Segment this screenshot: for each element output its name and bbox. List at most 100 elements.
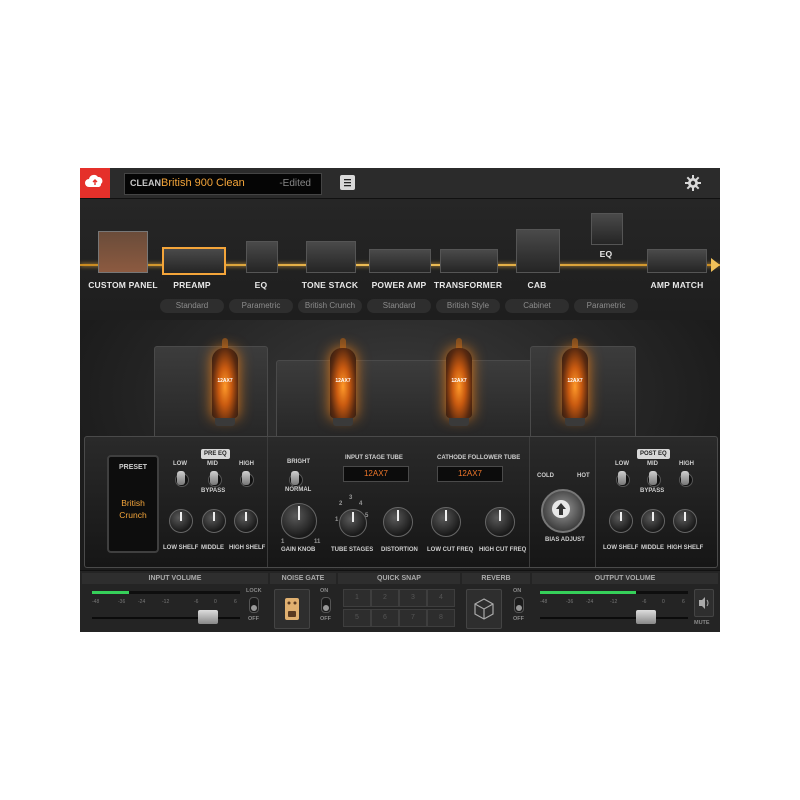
post-eq-high-label: HIGH (679, 461, 694, 467)
lock-switch[interactable] (249, 597, 259, 613)
output-level-meter-fill (540, 591, 637, 594)
chain-item-preamp[interactable]: PREAMP Standard (160, 199, 226, 317)
chain-item-cab[interactable]: CAB Cabinet (505, 199, 569, 317)
output-level-meter (540, 591, 688, 594)
pedal-icon (285, 598, 299, 620)
pre-eq-low-shelf-knob[interactable] (169, 509, 193, 533)
chain-item-model[interactable]: Standard (160, 299, 224, 313)
pre-eq-low-label: LOW (173, 461, 187, 467)
cathode-tube-selector[interactable]: 12AX7 (437, 466, 503, 482)
top-bar: CLEAN British 900 Clean -Edited (80, 168, 720, 199)
input-stage-tube-selector[interactable]: 12AX7 (343, 466, 409, 482)
eq-thumbnail (246, 241, 278, 273)
quick-snap-slot[interactable]: 5 (343, 609, 371, 627)
post-eq-middle-knob[interactable] (641, 509, 665, 533)
pre-eq-high-toggle[interactable] (242, 471, 250, 485)
reverb-title: REVERB (462, 573, 530, 584)
high-cut-freq-knob[interactable] (485, 507, 515, 537)
settings-button[interactable] (684, 174, 702, 192)
output-scale-tick: 6 (682, 599, 685, 605)
tube-2[interactable]: 12AX7 (330, 338, 356, 426)
chain-item-model[interactable]: Parametric (574, 299, 638, 313)
quick-snap-slot[interactable]: 1 (343, 589, 371, 607)
bright-toggle[interactable] (291, 471, 299, 485)
output-scale-tick: 0 (662, 599, 665, 605)
input-scale-tick: -6 (194, 599, 199, 605)
post-eq-high-shelf-knob[interactable] (673, 509, 697, 533)
chain-item-model[interactable]: British Crunch (298, 299, 362, 313)
chain-item-model[interactable]: Standard (367, 299, 431, 313)
tube-stages-scale-4: 4 (359, 501, 363, 507)
pre-eq-bypass-label: BYPASS (201, 488, 226, 494)
low-cut-freq-knob[interactable] (431, 507, 461, 537)
quick-snap-slot[interactable]: 7 (399, 609, 427, 627)
pre-eq-middle-knob[interactable] (202, 509, 226, 533)
post-eq-mid-toggle[interactable] (649, 471, 657, 485)
bias-hot-label: HOT (577, 473, 590, 479)
bias-adjust-knob[interactable] (541, 489, 585, 533)
pre-eq-mid-toggle[interactable] (210, 471, 218, 485)
chain-item-eq[interactable]: EQ Parametric (229, 199, 293, 317)
chain-item-custom-panel[interactable]: CUSTOM PANEL (80, 199, 166, 309)
tube-label: 12AX7 (217, 378, 233, 384)
mute-label: MUTE (694, 620, 710, 626)
noise-gate-button[interactable] (274, 589, 310, 629)
lock-off-label: OFF (248, 616, 259, 622)
gain-scale-min: 1 (281, 539, 285, 545)
tube-4[interactable]: 12AX7 (562, 338, 588, 426)
input-scale-tick: 6 (234, 599, 237, 605)
signal-chain: CUSTOM PANEL PREAMP Standard EQ Parametr… (80, 199, 720, 320)
transformer-thumbnail (440, 249, 498, 273)
pre-eq-high-shelf-knob[interactable] (234, 509, 258, 533)
mute-button[interactable] (694, 589, 714, 617)
preset-category: CLEAN (130, 178, 161, 188)
noise-gate-on-label: ON (320, 588, 329, 594)
chain-item-transformer[interactable]: TRANSFORMER British Style (434, 199, 502, 317)
quick-snap-slot[interactable]: 2 (371, 589, 399, 607)
chain-item-post-eq[interactable]: EQ Parametric (574, 199, 638, 317)
reverb-switch[interactable] (514, 597, 524, 613)
post-eq-low-shelf-knob[interactable] (609, 509, 633, 533)
chain-item-model[interactable]: British Style (436, 299, 500, 313)
tube-label: 12AX7 (451, 378, 467, 384)
chain-item-model[interactable]: Parametric (229, 299, 293, 313)
preset-panel-value: British Crunch (119, 498, 147, 520)
input-level-meter (92, 591, 240, 594)
post-eq-low-shelf-label: LOW SHELF (603, 545, 639, 551)
low-cut-freq-label: LOW CUT FREQ (427, 547, 474, 553)
pre-eq-middle-label: MIDDLE (201, 545, 224, 551)
amp-faceplate: PRESET British Crunch PRE EQ LOW MID HIG… (84, 436, 718, 568)
output-scale-tick: -12 (610, 599, 618, 605)
preamp-thumbnail (162, 247, 226, 275)
tube-1[interactable]: 12AX7 (212, 338, 238, 426)
quick-snap-slot[interactable]: 8 (427, 609, 455, 627)
post-eq-high-shelf-label: HIGH SHELF (667, 545, 704, 551)
tube-3[interactable]: 12AX7 (446, 338, 472, 426)
post-eq-high-toggle[interactable] (681, 471, 689, 485)
reverb-button[interactable] (466, 589, 502, 629)
high-cut-freq-label: HIGH CUT FREQ (479, 547, 527, 553)
quick-snap-slot[interactable]: 4 (427, 589, 455, 607)
post-eq-low-toggle[interactable] (618, 471, 626, 485)
tube-stages-knob[interactable] (339, 509, 367, 537)
gain-knob[interactable] (281, 503, 317, 539)
chain-item-amp-match[interactable]: AMP MATCH (643, 199, 713, 309)
menu-button[interactable] (340, 175, 355, 190)
chain-item-tone-stack[interactable]: TONE STACK British Crunch (298, 199, 362, 317)
quick-snap-slot[interactable]: 3 (399, 589, 427, 607)
pre-eq-low-toggle[interactable] (177, 471, 185, 485)
distortion-knob[interactable] (383, 507, 413, 537)
cloud-button[interactable] (80, 168, 110, 198)
input-volume-fader[interactable] (198, 610, 218, 624)
preset-panel[interactable]: PRESET British Crunch (107, 455, 159, 553)
input-scale-tick: 0 (214, 599, 217, 605)
noise-gate-switch[interactable] (321, 597, 331, 613)
quick-snap-slot[interactable]: 6 (371, 609, 399, 627)
gain-knob-label: GAIN KNOB (281, 547, 316, 553)
chain-item-power-amp[interactable]: POWER AMP Standard (367, 199, 431, 317)
preset-selector[interactable]: CLEAN British 900 Clean -Edited (124, 173, 322, 195)
output-volume-fader[interactable] (636, 610, 656, 624)
custom-panel-thumbnail (98, 231, 148, 273)
chain-item-model[interactable]: Cabinet (505, 299, 569, 313)
output-volume-title: OUTPUT VOLUME (532, 573, 718, 584)
